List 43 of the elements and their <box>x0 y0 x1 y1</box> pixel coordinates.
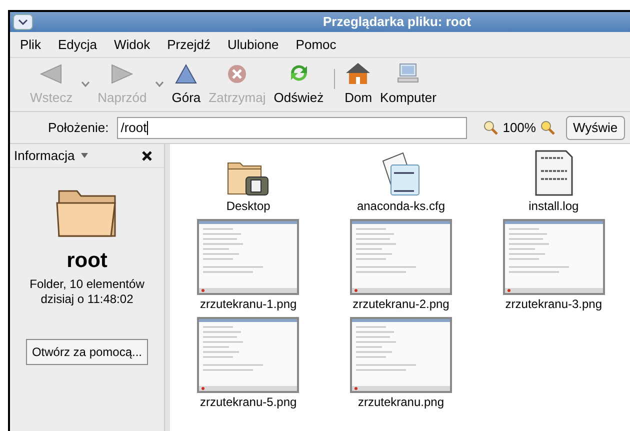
back-arrow-icon <box>39 62 64 84</box>
menu-item[interactable]: Ulubione <box>227 34 279 54</box>
toolbar-button[interactable]: Odśwież <box>270 60 328 107</box>
menu-item[interactable]: Plik <box>20 34 41 54</box>
zoom-level: 100% <box>502 118 536 137</box>
view-as-button[interactable]: Wyświe <box>566 116 625 140</box>
menu-item[interactable]: Widok <box>114 34 150 54</box>
folder-details: dzisiaj o 11:48:02 <box>40 292 134 306</box>
chevron-down-icon <box>154 81 164 87</box>
close-icon[interactable] <box>142 150 152 160</box>
sidebar-selector[interactable]: Informacja <box>14 146 88 166</box>
file-item[interactable]: install.log <box>477 144 630 214</box>
chevron-down-icon <box>18 19 28 25</box>
folder-details: Folder, 10 elementów <box>30 276 144 292</box>
file-item[interactable]: zrzutekranu.png <box>324 314 478 410</box>
up-arrow-icon <box>174 62 198 84</box>
file-item[interactable]: Desktop <box>172 144 325 214</box>
open-with-button[interactable]: Otwórz za pomocą... <box>26 338 148 364</box>
forward-arrow-icon <box>110 62 134 84</box>
file-item[interactable]: zrzutekranu-5.png <box>172 314 325 410</box>
file-item[interactable]: anaconda-ks.cfg <box>324 144 478 214</box>
window-menu-button[interactable] <box>13 14 33 30</box>
file-item[interactable]: zrzutekranu-2.png <box>324 216 478 312</box>
menu-item[interactable]: Przejdź <box>167 34 210 54</box>
toolbar-button[interactable]: Dom <box>340 60 376 107</box>
folder-name: root <box>66 248 108 274</box>
home-icon <box>345 60 372 84</box>
file-item[interactable]: zrzutekranu-3.png <box>477 216 630 312</box>
chevron-down-icon <box>80 81 90 87</box>
stop-icon <box>226 62 248 84</box>
toolbar-button[interactable]: Komputer <box>376 60 440 107</box>
file-item[interactable]: zrzutekranu-1.png <box>172 216 325 312</box>
window-title: Przeglądarka pliku: root <box>323 13 472 32</box>
location-label: Położenie: <box>48 118 109 137</box>
menu-item[interactable]: Pomoc <box>296 34 336 54</box>
location-field[interactable]: /root <box>116 116 467 138</box>
zoom-out-icon[interactable] <box>482 120 499 136</box>
document-icon <box>534 149 574 197</box>
zoom-in-icon[interactable] <box>540 120 556 136</box>
computer-icon <box>396 60 420 84</box>
toolbar-button[interactable]: Góra <box>168 62 205 107</box>
menu-item[interactable]: Edycja <box>58 34 97 54</box>
caret-icon <box>80 153 88 158</box>
